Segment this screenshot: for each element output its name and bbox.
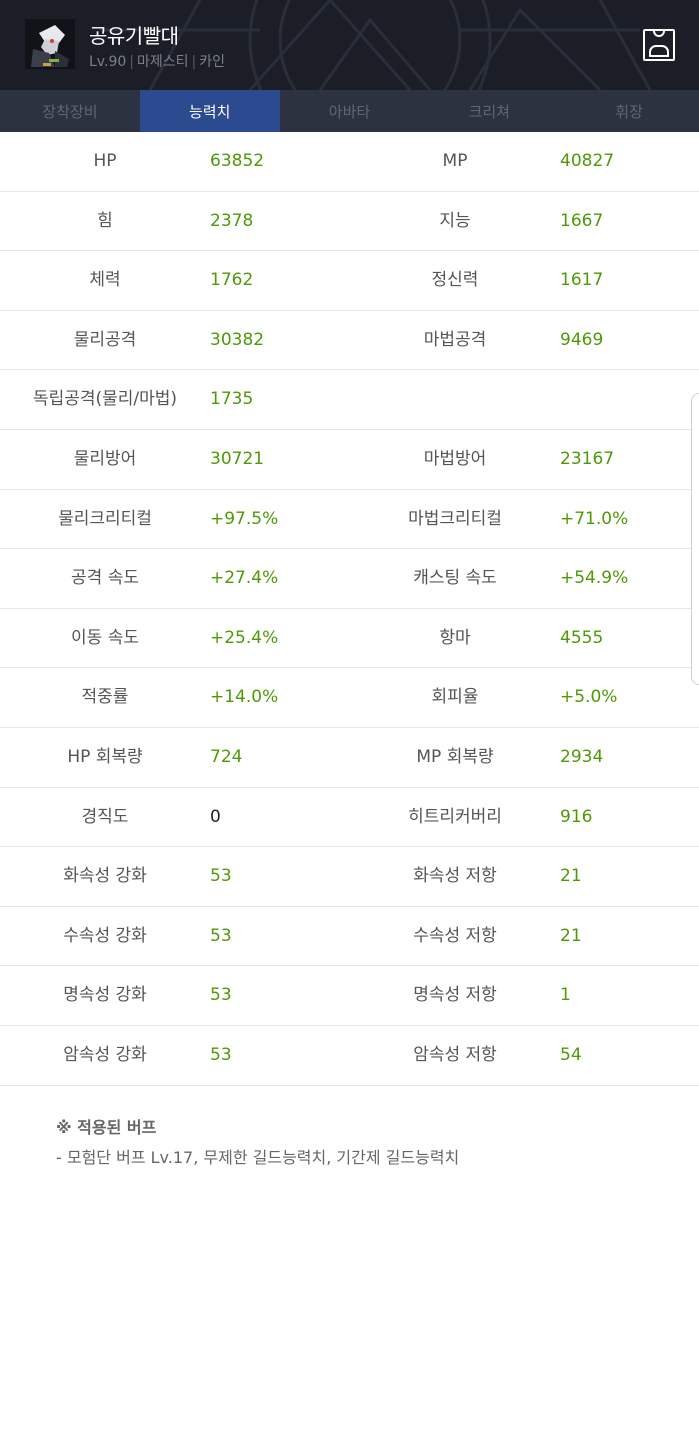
stat-label: 이동 속도 (71, 627, 139, 648)
stat-row: 물리공격 30382 마법공격 9469 (0, 311, 699, 371)
stat-label: 지능 (439, 210, 471, 231)
stat-value: 0 (210, 806, 221, 827)
stat-value: +54.9% (560, 568, 629, 589)
stat-row: 암속성 강화 53 암속성 저항 54 (0, 1026, 699, 1086)
stat-row: 명속성 강화 53 명속성 저항 1 (0, 966, 699, 1026)
stat-label: 정신력 (431, 270, 479, 291)
stat-row: 독립공격(물리/마법) 1735 (0, 370, 699, 430)
stat-value: 21 (560, 925, 582, 946)
stat-value: 53 (210, 1044, 232, 1065)
stat-label: 회피율 (431, 687, 479, 708)
stat-label: 암속성 저항 (413, 1044, 497, 1065)
stat-value: 30721 (210, 448, 265, 469)
stat-value: +71.0% (560, 508, 629, 529)
stat-row: 경직도 0 히트리커버리 916 (0, 788, 699, 848)
tab-equipment[interactable]: 장착장비 (0, 90, 140, 132)
character-header: 공유기빨대 Lv.90 | 마제스티 | 카인 (0, 0, 699, 90)
stat-label: HP 회복량 (67, 746, 143, 767)
applied-buffs: ※ 적용된 버프 - 모험단 버프 Lv.17, 무제한 길드능력치, 기간제 … (56, 1114, 459, 1168)
stat-label: 수속성 저항 (413, 925, 497, 946)
tab-stats[interactable]: 능력치 (139, 90, 280, 132)
stat-value: 53 (210, 866, 232, 887)
stat-value: 1667 (560, 210, 604, 231)
stat-value: 4555 (560, 627, 604, 648)
stat-row: 수속성 강화 53 수속성 저항 21 (0, 907, 699, 967)
stat-label: 물리방어 (73, 448, 137, 469)
stat-label: 마법크리티컬 (408, 508, 502, 529)
stat-value: 916 (560, 806, 593, 827)
stat-value: 1617 (560, 270, 604, 291)
stat-label: 마법방어 (423, 448, 487, 469)
stat-value: +5.0% (560, 687, 618, 708)
stat-value: +25.4% (210, 627, 279, 648)
stat-row: HP 회복량 724 MP 회복량 2934 (0, 728, 699, 788)
character-level: Lv.90 (89, 54, 127, 70)
stat-value: 2934 (560, 746, 604, 767)
character-info: Lv.90 | 마제스티 | 카인 (89, 54, 225, 70)
stat-value: 30382 (210, 329, 265, 350)
buffs-list: - 모험단 버프 Lv.17, 무제한 길드능력치, 기간제 길드능력치 (56, 1148, 460, 1167)
stat-label: MP 회복량 (416, 746, 494, 767)
stat-label: 물리공격 (73, 329, 137, 350)
stat-row: 체력 1762 정신력 1617 (0, 251, 699, 311)
stat-value: 1735 (210, 389, 254, 410)
side-scroll-handle[interactable] (691, 393, 699, 685)
stat-value: 1 (560, 985, 571, 1006)
stat-row: 화속성 강화 53 화속성 저항 21 (0, 847, 699, 907)
stat-label: MP (442, 151, 468, 171)
stat-value: 40827 (560, 151, 615, 171)
stat-value: +97.5% (210, 508, 279, 529)
tab-bar: 장착장비 능력치 아바타 크리쳐 휘장 (0, 90, 699, 132)
character-name: 공유기빨대 (89, 24, 179, 48)
stat-label: 화속성 강화 (63, 866, 147, 887)
stat-label: HP (93, 151, 117, 171)
stat-label: 물리크리티컬 (58, 508, 152, 529)
stat-value: 9469 (560, 329, 604, 350)
stat-label: 수속성 강화 (63, 925, 147, 946)
stat-label: 마법공격 (423, 329, 487, 350)
stat-value: 54 (560, 1044, 582, 1065)
character-server: 카인 (199, 54, 225, 70)
tab-insignia[interactable]: 휘장 (559, 90, 699, 132)
tab-creature[interactable]: 크리쳐 (419, 90, 559, 132)
stat-label: 경직도 (81, 806, 129, 827)
character-avatar[interactable] (25, 19, 75, 69)
stat-row: 이동 속도 +25.4% 항마 4555 (0, 609, 699, 669)
stat-label (350, 370, 560, 428)
stat-label: 적중률 (81, 687, 129, 708)
stat-label: 공격 속도 (71, 568, 139, 589)
stat-value: 21 (560, 866, 582, 887)
stat-label: 암속성 강화 (63, 1044, 147, 1065)
stat-value: +14.0% (210, 687, 279, 708)
tab-avatar[interactable]: 아바타 (280, 90, 420, 132)
stats-table: HP 63852 MP 40827 힘 2378 지능 1667 체력 1762… (0, 132, 699, 1086)
stat-row: HP 63852 MP 40827 (0, 132, 699, 192)
person-icon[interactable] (643, 25, 675, 61)
stat-row: 공격 속도 +27.4% 캐스팅 속도 +54.9% (0, 549, 699, 609)
stat-value: 2378 (210, 210, 254, 231)
stat-value: 724 (210, 746, 243, 767)
stat-row: 적중률 +14.0% 회피율 +5.0% (0, 668, 699, 728)
stat-label: 캐스팅 속도 (413, 568, 497, 589)
stat-label: 항마 (439, 627, 471, 648)
stat-value: 1762 (210, 270, 254, 291)
stat-value: 53 (210, 925, 232, 946)
stat-value: +27.4% (210, 568, 279, 589)
stat-row: 물리크리티컬 +97.5% 마법크리티컬 +71.0% (0, 490, 699, 550)
stat-label: 독립공격(물리/마법) (32, 389, 178, 410)
stat-label: 히트리커버리 (408, 806, 502, 827)
stat-value: 53 (210, 985, 232, 1006)
stat-label: 힘 (97, 210, 113, 231)
stat-row: 힘 2378 지능 1667 (0, 192, 699, 252)
stat-label: 화속성 저항 (413, 866, 497, 887)
stat-label: 명속성 강화 (63, 985, 147, 1006)
stat-label: 체력 (89, 270, 121, 291)
buffs-title: ※ 적용된 버프 (56, 1118, 157, 1137)
stat-value: 23167 (560, 448, 615, 469)
stat-value: 63852 (210, 151, 265, 171)
stat-row: 물리방어 30721 마법방어 23167 (0, 430, 699, 490)
stat-label: 명속성 저항 (413, 985, 497, 1006)
character-class: 마제스티 (136, 54, 189, 70)
